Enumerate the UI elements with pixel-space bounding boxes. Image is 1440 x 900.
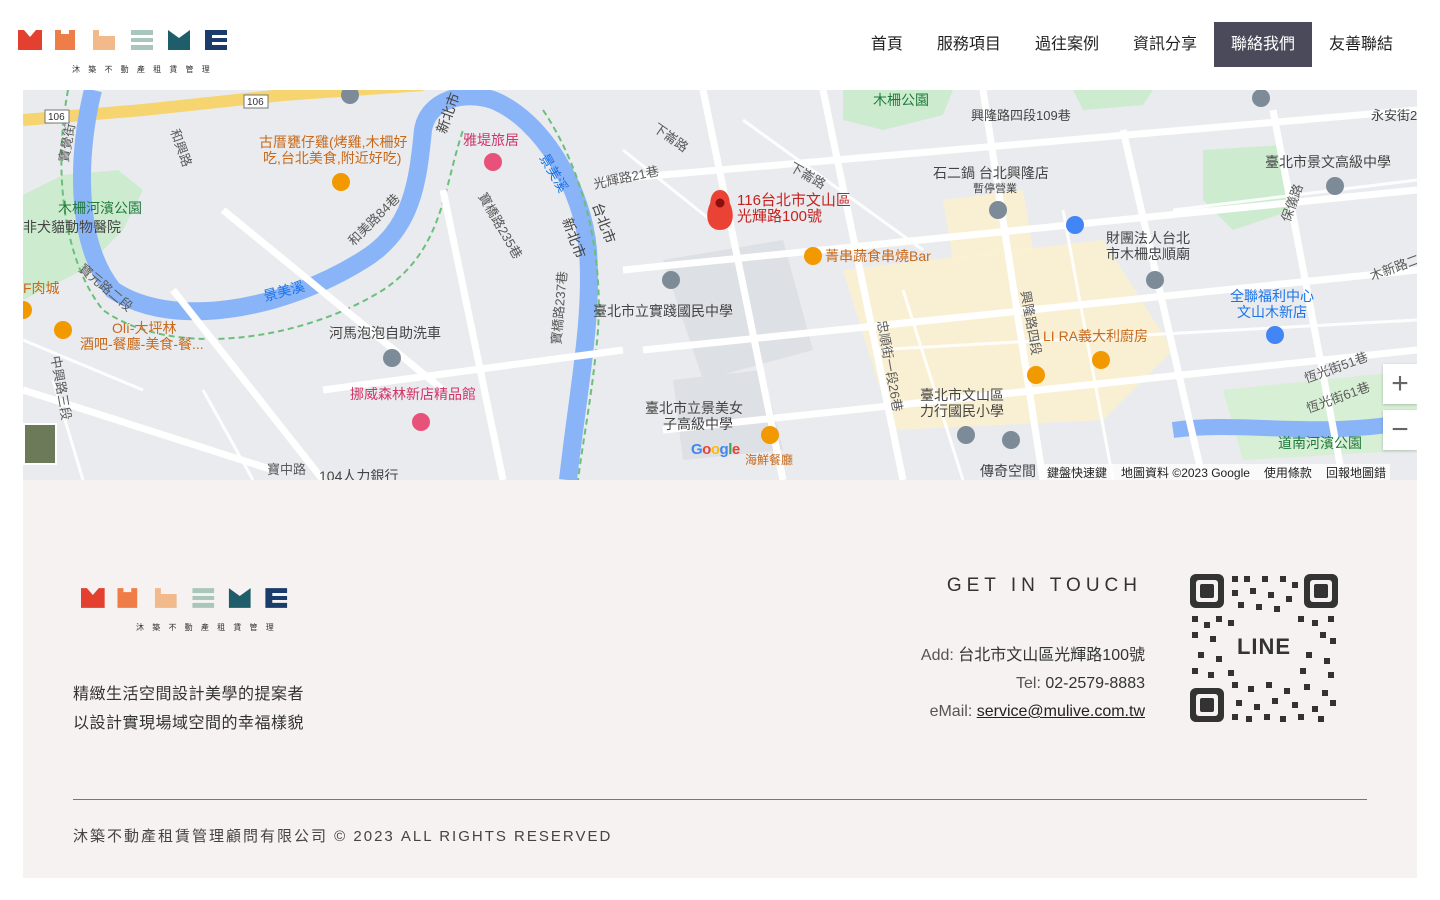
tagline-line: 精緻生活空間設計美學的提案者 (73, 686, 305, 703)
restaurant-icon (54, 321, 72, 339)
address-row: Add: 台北市文山區光輝路100號 (921, 642, 1145, 670)
map-label[interactable]: 古厝甕仔雞(烤雞,木柵好 (259, 134, 408, 150)
nav-links[interactable]: 友善聯結 (1312, 22, 1410, 67)
nav-contact[interactable]: 聯絡我們 (1213, 22, 1312, 67)
school-icon (1326, 177, 1344, 195)
map-label[interactable]: LI RA義大利廚房 (1043, 328, 1148, 344)
bakery-icon (412, 413, 430, 431)
restaurant-icon (761, 426, 779, 444)
shopping-icon (1066, 216, 1084, 234)
map-label[interactable]: 吃,台北美食,附近好吃) (263, 150, 401, 166)
hotel-icon (484, 153, 502, 171)
qr-label: LINE (1236, 634, 1292, 659)
zoom-in-button[interactable]: + (1383, 364, 1417, 404)
nav-home[interactable]: 首頁 (854, 22, 920, 67)
school-icon (662, 271, 680, 289)
email-label: eMail: (929, 703, 973, 720)
keyboard-shortcuts-link[interactable]: 鍵盤快速鍵 (1047, 464, 1107, 480)
zoom-out-button[interactable]: − (1383, 410, 1417, 450)
email-row: eMail: service@mulive.com.tw (921, 698, 1145, 726)
footer-logo: 沐 築 不 動 產 租 賃 管 理 (81, 586, 293, 634)
report-error-link[interactable]: 回報地圖錯 (1326, 464, 1386, 480)
map-label[interactable]: Olí-大坪林 (112, 320, 177, 336)
restaurant-icon (1092, 351, 1110, 369)
map-label[interactable]: 104人力銀行 (319, 468, 398, 480)
map-label[interactable]: 臺北市景文高級中學 (1265, 154, 1391, 170)
map-label[interactable]: 文山木新店 (1237, 304, 1307, 320)
address-value: 台北市文山區光輝路100號 (958, 647, 1145, 664)
map-label[interactable]: 力行國民小學 (920, 403, 1004, 419)
map-label[interactable]: 菁串蔬食串燒Bar (825, 248, 931, 264)
logo-subtitle: 沐 築 不 動 產 租 賃 管 理 (72, 65, 213, 74)
terms-link[interactable]: 使用條款 (1264, 464, 1312, 480)
site-footer: 沐 築 不 動 產 租 賃 管 理 精緻生活空間設計美學的提案者 以設計實現場域… (23, 480, 1417, 878)
tel-label: Tel: (1016, 675, 1041, 692)
logo-subtitle: 沐 築 不 動 產 租 賃 管 理 (136, 623, 277, 632)
footer-divider (73, 799, 1367, 800)
nav-cases[interactable]: 過往案例 (1018, 22, 1116, 67)
shop-icon (989, 201, 1007, 219)
logo-mark (81, 588, 288, 608)
pin-address-line2: 光輝路100號 (737, 208, 823, 225)
restaurant-icon (1027, 366, 1045, 384)
route-number: 106 (247, 97, 264, 108)
map-label[interactable]: 酒吧-餐廳-美食-餐... (80, 336, 204, 352)
tagline-line: 以設計實現場域空間的幸福樣貌 (73, 715, 305, 732)
map-label[interactable]: F肉城 (23, 280, 60, 296)
brand-logo[interactable]: 沐 築 不 動 產 租 賃 管 理 (18, 28, 233, 76)
map-label[interactable]: 雅堤旅居 (463, 132, 519, 148)
restaurant-icon (332, 173, 350, 191)
map-data-credit: 地圖資料 ©2023 Google (1121, 466, 1250, 480)
satellite-toggle-button[interactable] (23, 423, 57, 465)
site-header: 沐 築 不 動 產 租 賃 管 理 首頁 服務項目 過往案例 資訊分享 聯絡我們… (0, 0, 1440, 90)
nav-services[interactable]: 服務項目 (920, 22, 1018, 67)
road-label: 寶中路 (267, 462, 307, 477)
logo-mark (18, 30, 227, 50)
map-label[interactable]: 非犬貓動物醫院 (23, 219, 121, 235)
google-map[interactable]: 106 106 116台北市文山區 光輝路100號 木柵公園 興隆路四段109巷… (23, 90, 1417, 480)
google-logo: Google (691, 441, 740, 458)
contact-info: Add: 台北市文山區光輝路100號 Tel: 02-2579-8883 eMa… (921, 642, 1145, 726)
nav-info[interactable]: 資訊分享 (1116, 22, 1214, 67)
main-nav: 首頁 服務項目 過往案例 資訊分享 聯絡我們 友善聯結 (854, 22, 1410, 67)
school-icon (957, 426, 975, 444)
map-label[interactable]: 木柵公園 (873, 92, 929, 108)
temple-icon (1146, 271, 1164, 289)
map-label: 暫停營業 (973, 183, 1017, 195)
map-label[interactable]: 臺北市立實踐國民中學 (593, 303, 733, 319)
map-label[interactable]: 財團法人台北 (1106, 230, 1190, 246)
footer-tagline: 精緻生活空間設計美學的提案者 以設計實現場域空間的幸福樣貌 (73, 680, 304, 738)
map-label[interactable]: 海鮮餐廳 (745, 452, 793, 468)
map-label[interactable]: 臺北市立景美女 (645, 400, 743, 416)
email-link[interactable]: service@mulive.com.tw (977, 703, 1145, 720)
map-label[interactable]: 市木柵忠順廟 (1106, 246, 1190, 262)
map-label[interactable]: 傳奇空間 (980, 463, 1036, 479)
map-label[interactable]: 木柵河濱公園 (58, 200, 142, 216)
map-label[interactable]: 道南河濱公園 (1278, 435, 1362, 451)
copyright-text: 沐築不動產租賃管理顧問有限公司 © 2023 ALL RIGHTS RESERV… (73, 828, 613, 845)
map-label[interactable]: 挪威森林新店精品館 (350, 386, 476, 402)
get-in-touch-heading: GET IN TOUCH (946, 575, 1142, 596)
map-label[interactable]: 河馬泡泡自助洗車 (329, 325, 441, 341)
tel-row: Tel: 02-2579-8883 (921, 670, 1145, 698)
restaurant-icon (804, 247, 822, 265)
line-qr-code[interactable]: LINE (1188, 572, 1340, 724)
tel-value[interactable]: 02-2579-8883 (1045, 675, 1145, 692)
map-label: 永安街2 (1371, 108, 1417, 123)
map-attribution: 鍵盤快速鍵 地圖資料 ©2023 Google 使用條款 回報地圖錯 (1043, 464, 1390, 480)
address-label: Add: (920, 647, 954, 664)
map-label[interactable]: 臺北市文山區 (920, 387, 1004, 403)
map-label[interactable]: 石二鍋 台北興隆店 (933, 165, 1049, 181)
place-icon (1002, 431, 1020, 449)
carwash-icon (383, 349, 401, 367)
map-label[interactable]: 全聯福利中心 (1230, 288, 1314, 304)
pin-address-line1: 116台北市文山區 (737, 192, 851, 209)
map-label[interactable]: 子高級中學 (663, 416, 733, 432)
shopping-icon (1266, 326, 1284, 344)
map-label: 興隆路四段109巷 (971, 108, 1071, 123)
